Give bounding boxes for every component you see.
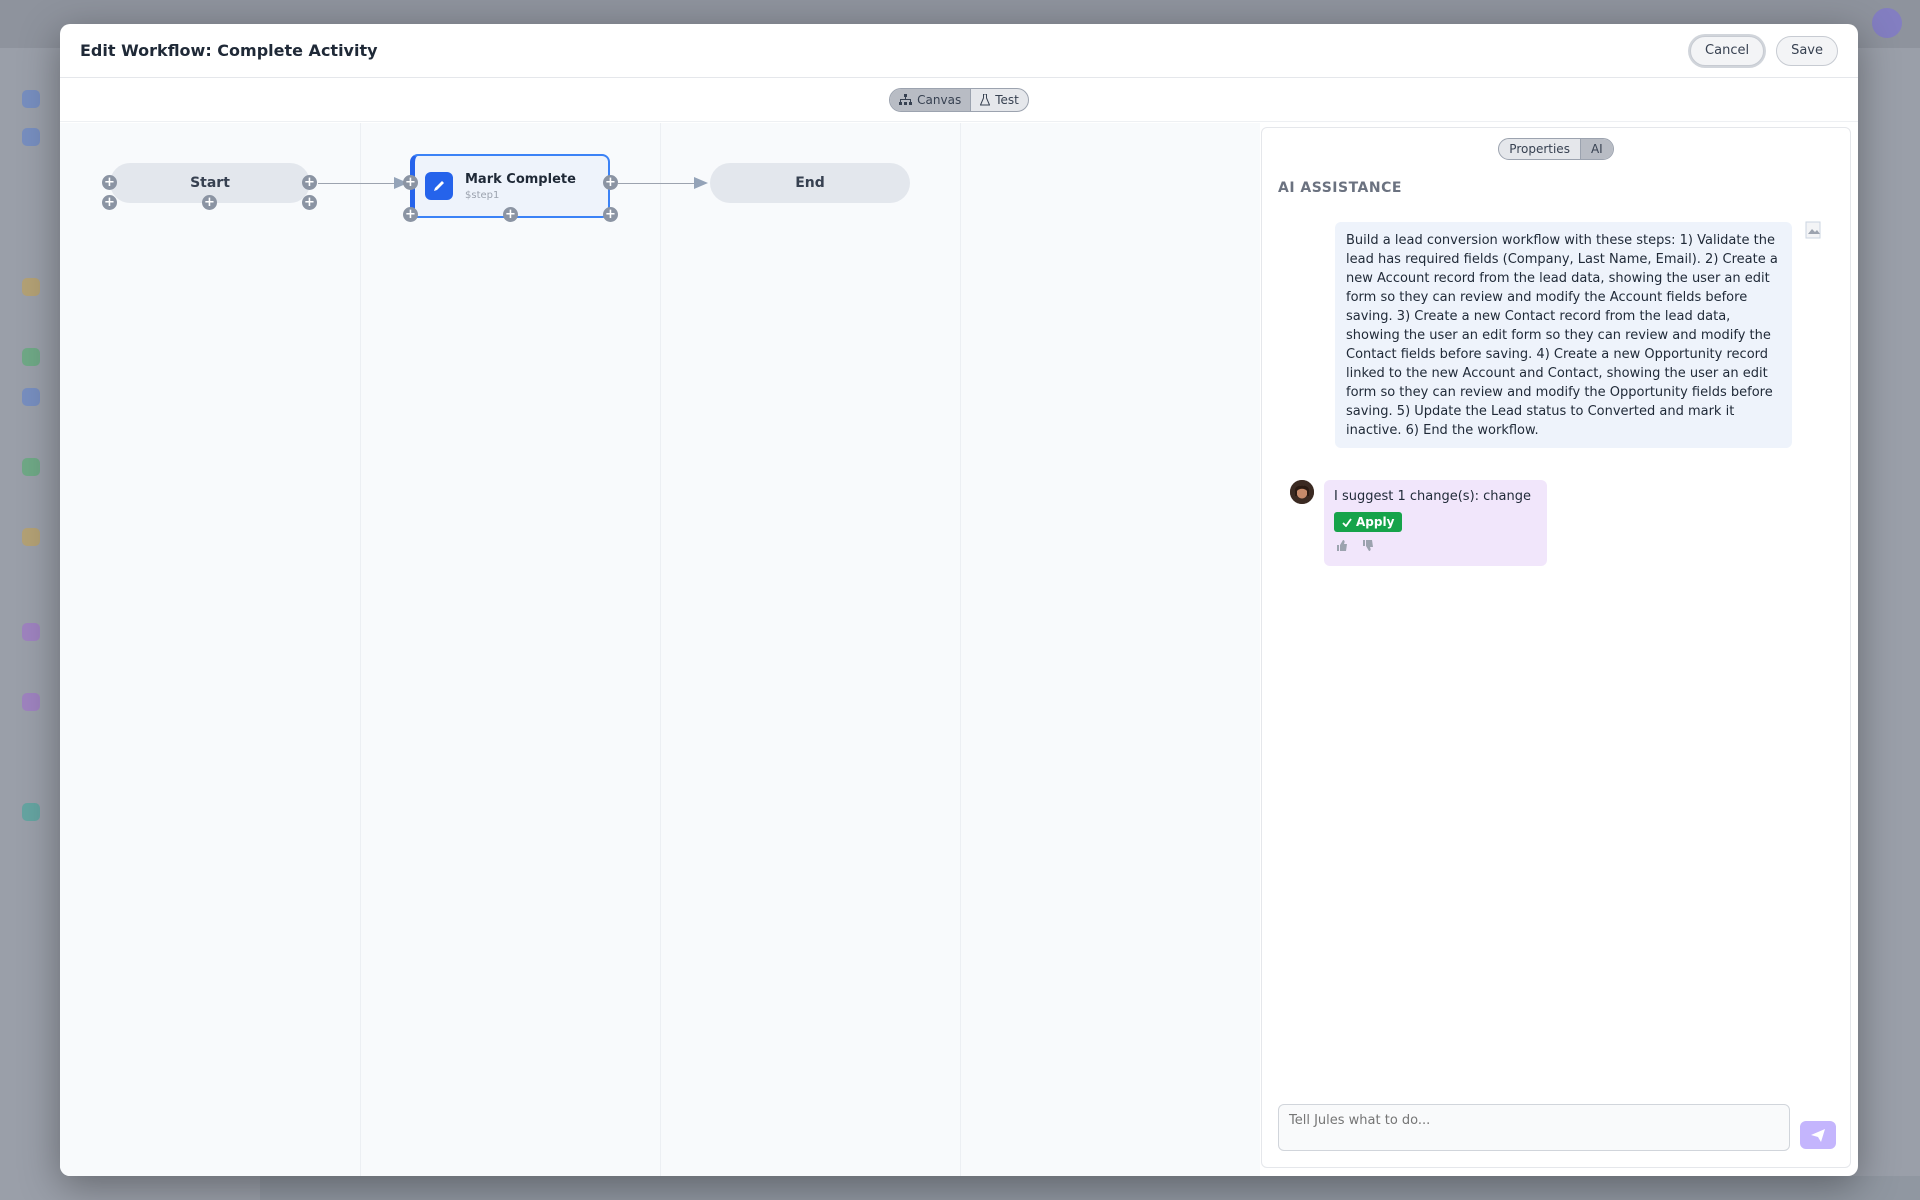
modal-title: Edit Workflow: Complete Activity (80, 41, 378, 60)
end-node[interactable]: End (710, 163, 910, 203)
add-connection-handle[interactable]: + (102, 175, 117, 190)
side-panel: Properties AI AI ASSISTANCE Build a lead… (1261, 127, 1851, 1168)
ai-assistance-heading: AI ASSISTANCE (1278, 180, 1402, 196)
tab-properties[interactable]: Properties (1499, 139, 1580, 159)
step-node-subtitle: $step1 (465, 189, 500, 201)
add-connection-handle[interactable]: + (102, 195, 117, 210)
background-nav-icon (22, 693, 40, 711)
background-nav-icon (22, 90, 40, 108)
end-node-label: End (795, 175, 825, 191)
add-connection-handle[interactable]: + (403, 175, 418, 190)
hierarchy-icon (899, 94, 913, 105)
background-nav-icon (22, 348, 40, 366)
ai-message: I suggest 1 change(s): change Apply (1324, 480, 1547, 566)
background-footer (260, 1176, 1920, 1200)
send-button[interactable] (1800, 1121, 1836, 1149)
user-avatar (1804, 220, 1824, 244)
background-nav-icon (22, 128, 40, 146)
grid-line (360, 123, 361, 1176)
view-toggle: Canvas Test (889, 87, 1029, 112)
chat-composer (1278, 1104, 1790, 1151)
edge-line (618, 183, 698, 184)
edge-line (318, 183, 398, 184)
feedback-row (1334, 538, 1537, 552)
save-button[interactable]: Save (1776, 35, 1838, 66)
tab-test-label: Test (995, 92, 1019, 107)
chat-input[interactable] (1279, 1105, 1789, 1150)
edge-arrow-icon (694, 177, 708, 189)
send-icon (1811, 1128, 1825, 1142)
add-connection-handle[interactable]: + (603, 175, 618, 190)
tab-canvas-label: Canvas (917, 92, 962, 107)
add-connection-handle[interactable]: + (302, 175, 317, 190)
panel-toggle-bar: Properties AI (1262, 138, 1850, 160)
edit-workflow-modal: Edit Workflow: Complete Activity Cancel … (60, 24, 1858, 1176)
tab-ai[interactable]: AI (1579, 139, 1613, 159)
pencil-icon (425, 172, 453, 200)
ai-avatar (1290, 480, 1314, 504)
grid-line (960, 123, 961, 1176)
grid-line (660, 123, 661, 1176)
add-connection-handle[interactable]: + (503, 207, 518, 222)
check-icon (1342, 517, 1352, 527)
background-avatar (1872, 8, 1902, 38)
step-node-title: Mark Complete (465, 171, 576, 187)
apply-button[interactable]: Apply (1334, 512, 1403, 532)
cancel-button[interactable]: Cancel (1690, 35, 1765, 66)
add-connection-handle[interactable]: + (202, 195, 217, 210)
thumbs-down-icon[interactable] (1360, 538, 1376, 552)
ai-message-text: I suggest 1 change(s): change (1334, 489, 1531, 504)
modal-header: Edit Workflow: Complete Activity Cancel … (60, 24, 1858, 78)
apply-button-label: Apply (1356, 515, 1395, 529)
background-nav-icon (22, 528, 40, 546)
workflow-canvas[interactable]: Start + + + + + Mark Complete $step1 + +… (60, 123, 1260, 1176)
background-nav-icon (22, 803, 40, 821)
add-connection-handle[interactable]: + (603, 207, 618, 222)
background-sidebar (0, 48, 60, 1200)
tab-test[interactable]: Test (970, 88, 1028, 111)
background-nav-icon (22, 278, 40, 296)
background-nav-icon (22, 388, 40, 406)
background-nav-icon (22, 458, 40, 476)
panel-toggle: Properties AI (1498, 138, 1614, 160)
thumbs-up-icon[interactable] (1334, 538, 1350, 552)
view-toggle-bar: Canvas Test (60, 78, 1858, 122)
tab-canvas[interactable]: Canvas (890, 88, 971, 111)
add-connection-handle[interactable]: + (302, 195, 317, 210)
user-message: Build a lead conversion workflow with th… (1335, 222, 1792, 448)
start-node-label: Start (190, 175, 230, 191)
add-connection-handle[interactable]: + (403, 207, 418, 222)
flask-icon (980, 93, 991, 105)
background-nav-icon (22, 623, 40, 641)
